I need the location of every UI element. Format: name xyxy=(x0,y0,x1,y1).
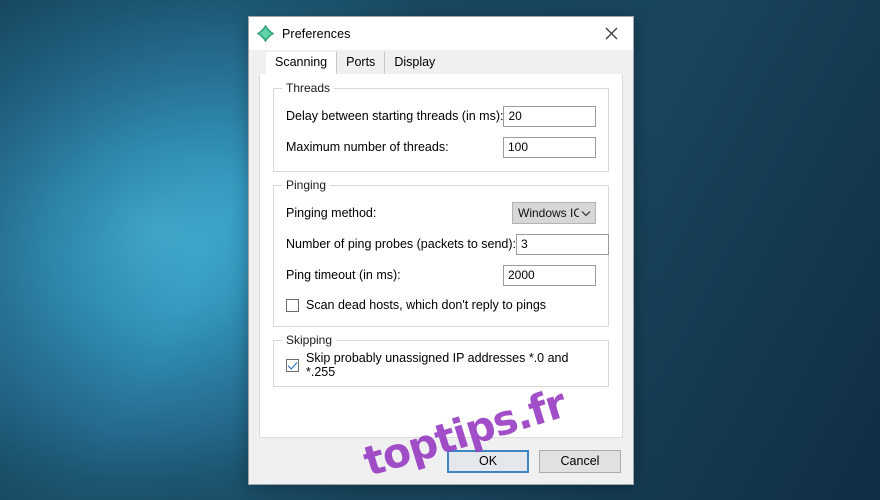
skip-unassigned-checkbox[interactable] xyxy=(286,358,299,372)
threads-delay-label: Delay between starting threads (in ms): xyxy=(286,109,504,123)
tab-display[interactable]: Display xyxy=(385,52,444,74)
cancel-button[interactable]: Cancel xyxy=(539,449,621,473)
scan-dead-hosts-label: Scan dead hosts, which don't reply to pi… xyxy=(306,298,547,312)
skip-unassigned-row[interactable]: Skip probably unassigned IP addresses *.… xyxy=(286,351,596,379)
ping-timeout-row: Ping timeout (in ms): xyxy=(286,262,596,288)
threads-max-input[interactable] xyxy=(503,136,596,158)
ping-probes-label: Number of ping probes (packets to send): xyxy=(286,237,516,251)
threads-max-row: Maximum number of threads: xyxy=(286,134,596,160)
scan-dead-hosts-checkbox[interactable] xyxy=(286,298,299,312)
scanning-panel: Threads Delay between starting threads (… xyxy=(259,74,623,438)
skip-unassigned-label: Skip probably unassigned IP addresses *.… xyxy=(306,351,569,379)
scan-dead-hosts-row[interactable]: Scan dead hosts, which don't reply to pi… xyxy=(286,295,596,315)
pinging-group-legend: Pinging xyxy=(282,178,331,192)
pinging-method-label: Pinging method: xyxy=(286,206,377,220)
close-icon[interactable] xyxy=(589,17,633,50)
angry-ip-scanner-icon xyxy=(256,24,275,43)
ping-timeout-input[interactable] xyxy=(503,264,596,286)
pinging-method-row: Pinging method: Windows ICMP xyxy=(286,200,596,226)
ping-probes-input[interactable] xyxy=(515,233,609,255)
threads-group: Threads Delay between starting threads (… xyxy=(273,81,609,172)
ping-probes-row: Number of ping probes (packets to send): xyxy=(286,231,609,257)
dialog-titlebar: Preferences xyxy=(249,17,633,50)
tab-scanning[interactable]: Scanning xyxy=(266,52,338,74)
pinging-group: Pinging Pinging method: Windows ICMP Num… xyxy=(273,178,609,327)
threads-delay-row: Delay between starting threads (in ms): xyxy=(286,103,597,129)
skipping-group-legend: Skipping xyxy=(282,333,337,347)
ping-timeout-label: Ping timeout (in ms): xyxy=(286,268,401,282)
ok-button[interactable]: OK xyxy=(447,449,529,473)
threads-max-label: Maximum number of threads: xyxy=(286,140,449,154)
chevron-down-icon xyxy=(581,206,591,220)
tab-bar: Scanning Ports Display xyxy=(249,50,633,74)
dialog-footer: OK Cancel xyxy=(249,438,633,484)
pinging-method-value: Windows ICMP xyxy=(518,206,579,220)
preferences-dialog: Preferences Scanning Ports Display Threa… xyxy=(248,16,634,485)
dialog-title: Preferences xyxy=(282,26,351,41)
tab-ports[interactable]: Ports xyxy=(337,52,386,74)
skipping-group: Skipping Skip probably unassigned IP add… xyxy=(273,333,609,387)
threads-group-legend: Threads xyxy=(282,81,335,95)
pinging-method-select[interactable]: Windows ICMP xyxy=(512,202,596,224)
threads-delay-input[interactable] xyxy=(503,105,597,127)
